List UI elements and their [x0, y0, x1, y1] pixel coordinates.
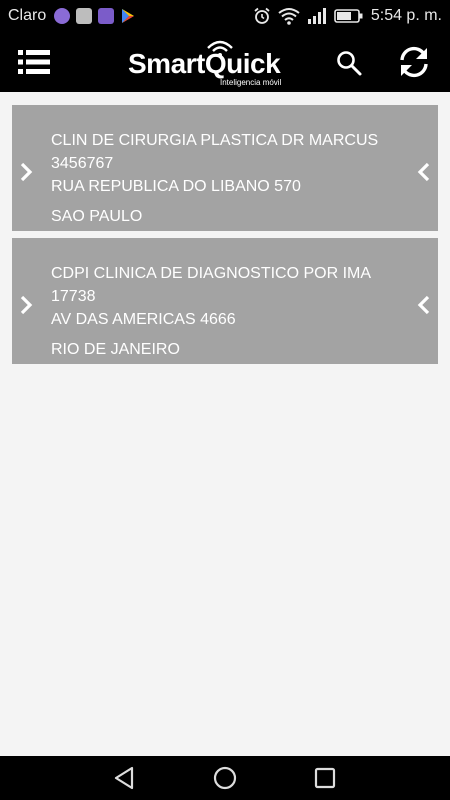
clinic-details: CLIN DE CIRURGIA PLASTICA DR MARCUS 3456…	[51, 129, 378, 228]
app-logo: SmartQuick Inteligencia móvil	[128, 36, 288, 88]
carrier-label: Claro	[8, 7, 47, 24]
gallery-icon	[98, 8, 115, 24]
clinic-city: RIO DE JANEIRO	[51, 341, 180, 358]
chevron-left-icon[interactable]	[416, 161, 432, 183]
chevron-right-icon[interactable]	[18, 161, 34, 183]
alarm-icon	[254, 7, 270, 24]
status-bar: Claro 5:54 p. m.	[0, 0, 450, 32]
search-icon[interactable]	[335, 49, 363, 77]
status-time: 5:54 p. m.	[370, 7, 442, 24]
clinic-card[interactable]: CLIN DE CIRURGIA PLASTICA DR MARCUS 3456…	[12, 105, 438, 231]
logo-subtitle: Inteligencia móvil	[220, 78, 282, 87]
clinic-name: CLIN DE CIRURGIA PLASTICA DR MARCUS	[51, 132, 379, 149]
logo-text: SmartQuick	[128, 48, 281, 79]
clinic-code: 3456767	[51, 155, 114, 172]
clinic-card[interactable]: CDPI CLINICA DE DIAGNOSTICO POR IMA 1773…	[12, 238, 438, 364]
clinic-address: RUA REPUBLICA DO LIBANO 570	[51, 178, 301, 195]
clinic-list: CLIN DE CIRURGIA PLASTICA DR MARCUS 3456…	[0, 92, 450, 756]
status-left: Claro	[8, 7, 136, 25]
battery-icon	[334, 9, 363, 23]
signal-icon	[307, 8, 326, 24]
wifi-icon	[278, 8, 300, 25]
chevron-left-icon[interactable]	[416, 294, 432, 316]
chevron-right-icon[interactable]	[18, 294, 34, 316]
clinic-city: SAO PAULO	[51, 208, 143, 225]
status-right: 5:54 p. m.	[253, 7, 442, 25]
clinic-code: 17738	[51, 288, 96, 305]
clinic-name: CDPI CLINICA DE DIAGNOSTICO POR IMA	[51, 265, 372, 282]
back-icon[interactable]	[112, 765, 138, 791]
image-icon	[76, 8, 93, 24]
messenger-icon	[54, 8, 71, 24]
system-nav-bar	[0, 756, 450, 800]
play-store-icon	[122, 9, 135, 23]
clinic-details: CDPI CLINICA DE DIAGNOSTICO POR IMA 1773…	[51, 262, 371, 361]
home-icon[interactable]	[212, 765, 238, 791]
menu-icon[interactable]	[16, 46, 52, 78]
recent-apps-icon[interactable]	[312, 765, 338, 791]
clinic-address: AV DAS AMERICAS 4666	[51, 311, 236, 328]
app-bar: SmartQuick Inteligencia móvil	[0, 32, 450, 92]
refresh-icon[interactable]	[396, 44, 432, 80]
